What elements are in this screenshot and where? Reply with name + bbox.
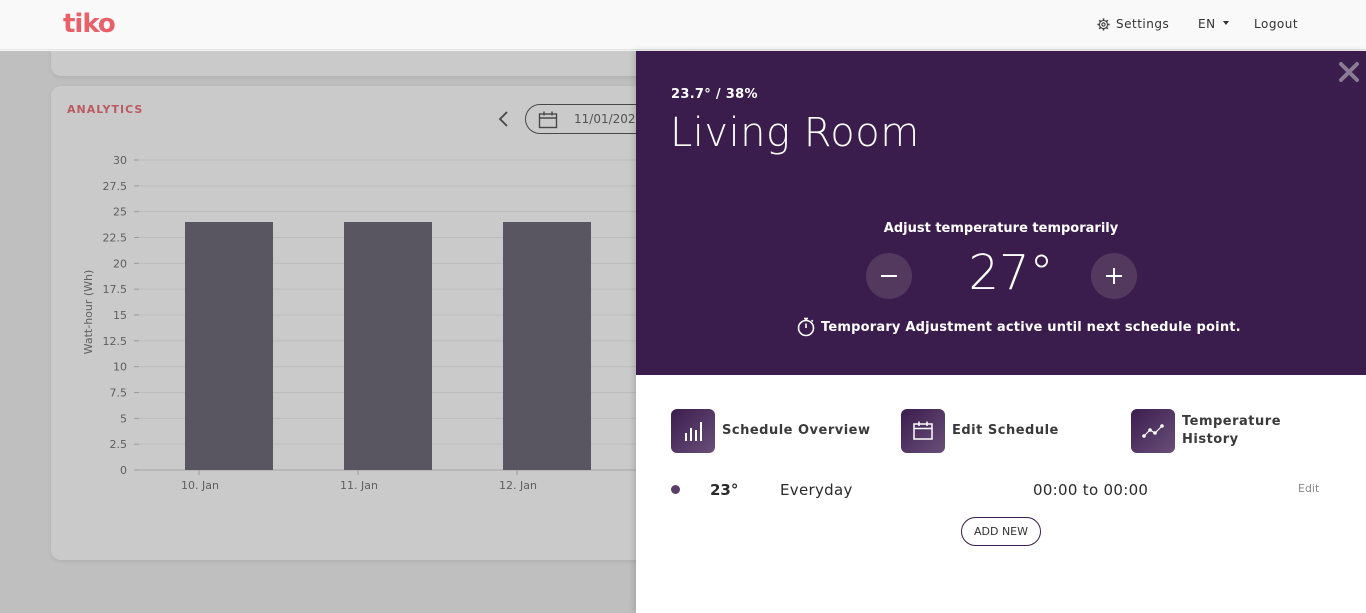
room-name: Living Room <box>670 110 920 156</box>
caret-down-icon <box>1222 21 1229 25</box>
schedule-bullet <box>671 485 680 494</box>
tiko-logo[interactable]: tiko <box>63 9 116 39</box>
temperature-history-button[interactable]: Temperature History <box>1131 409 1292 453</box>
logout-link[interactable]: Logout <box>1254 17 1298 31</box>
bar-chart-icon <box>671 409 715 453</box>
gear-icon <box>1097 17 1110 31</box>
close-icon[interactable] <box>1338 61 1360 83</box>
minus-icon <box>881 275 897 277</box>
schedule-days: Everyday <box>780 481 853 499</box>
add-new-button[interactable]: ADD NEW <box>961 517 1041 546</box>
schedule-temperature: 23° <box>710 481 739 499</box>
language-label: EN <box>1198 17 1216 31</box>
line-chart-icon <box>1131 409 1175 453</box>
settings-label: Settings <box>1116 17 1170 31</box>
edit-schedule-label: Edit Schedule <box>952 423 1059 438</box>
calendar-icon <box>901 409 945 453</box>
room-header: 23.7° / 38% Living Room Adjust temperatu… <box>636 51 1366 375</box>
settings-link[interactable]: Settings <box>1097 17 1169 31</box>
target-temperature: 27° <box>968 245 1054 301</box>
schedule-row: 23° Everyday 00:00 to 00:00 Edit <box>671 479 1326 501</box>
temporary-adjustment-note: Temporary Adjustment active until next s… <box>796 317 1241 337</box>
increase-temperature-button[interactable] <box>1091 253 1137 299</box>
modal-backdrop[interactable] <box>0 51 636 613</box>
temperature-history-label: Temperature History <box>1182 414 1282 447</box>
top-navbar: tiko Settings EN Logout <box>0 0 1366 50</box>
logout-label: Logout <box>1254 17 1299 31</box>
schedule-time-range: 00:00 to 00:00 <box>1033 481 1149 499</box>
language-dropdown[interactable]: EN <box>1198 17 1229 31</box>
room-detail-panel: 23.7° / 38% Living Room Adjust temperatu… <box>636 51 1366 613</box>
adjust-temperature-label: Adjust temperature temporarily <box>883 221 1119 236</box>
schedule-edit-link[interactable]: Edit <box>1298 482 1319 495</box>
timer-icon <box>797 317 815 337</box>
temporary-adjustment-text: Temporary Adjustment active until next s… <box>821 319 1241 335</box>
schedule-overview-label: Schedule Overview <box>722 423 871 438</box>
edit-schedule-button[interactable]: Edit Schedule <box>901 409 1059 453</box>
decrease-temperature-button[interactable] <box>866 253 912 299</box>
schedule-overview-button[interactable]: Schedule Overview <box>671 409 871 453</box>
current-temp-humidity: 23.7° / 38% <box>671 87 758 102</box>
